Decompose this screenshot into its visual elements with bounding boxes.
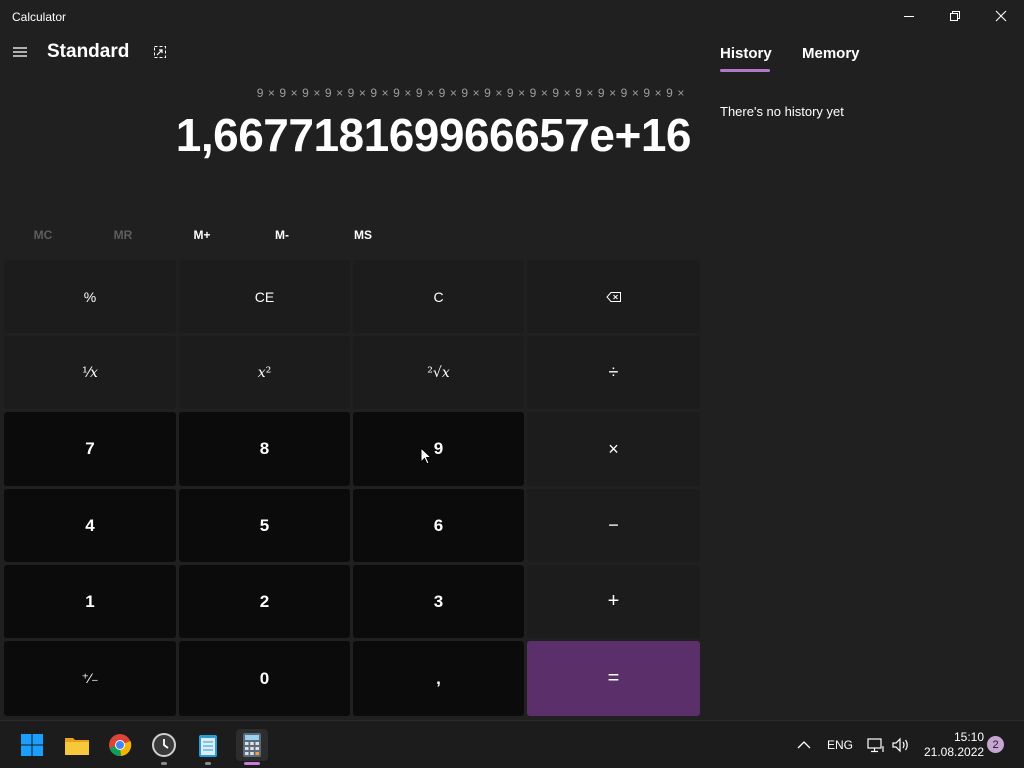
- digit-5-button[interactable]: 5: [179, 489, 350, 562]
- expression-display: 9 × 9 × 9 × 9 × 9 × 9 × 9 × 9 × 9 × 9 × …: [256, 86, 685, 100]
- keep-on-top-icon: [154, 46, 166, 58]
- speaker-icon: [892, 737, 908, 753]
- tab-history[interactable]: History: [720, 45, 772, 62]
- multiply-button[interactable]: ×: [527, 412, 700, 486]
- memory-clear-button[interactable]: MC: [3, 220, 83, 250]
- clock-date[interactable]: 21.08.2022: [924, 745, 984, 759]
- windows-start-icon: [21, 734, 43, 756]
- decimal-button[interactable]: ,: [353, 641, 524, 716]
- backspace-button[interactable]: [527, 260, 700, 333]
- keep-on-top-button[interactable]: [150, 42, 170, 62]
- memory-subtract-button[interactable]: M-: [242, 220, 322, 250]
- clear-entry-button[interactable]: CE: [179, 260, 350, 333]
- restore-button[interactable]: [932, 0, 978, 32]
- clock-time[interactable]: 15:10: [954, 730, 984, 744]
- digit-2-button[interactable]: 2: [179, 565, 350, 638]
- close-button[interactable]: [978, 0, 1024, 32]
- hamburger-icon: [13, 47, 27, 57]
- result-display: 1,667718169966657e+16: [175, 109, 692, 161]
- backspace-icon: [605, 291, 621, 302]
- subtract-button[interactable]: −: [527, 489, 700, 562]
- taskbar-chrome[interactable]: [104, 729, 136, 761]
- input-language-indicator[interactable]: ENG: [827, 738, 853, 752]
- digit-1-button[interactable]: 1: [4, 565, 176, 638]
- taskbar-file-explorer[interactable]: [61, 729, 93, 761]
- taskbar-clock-app[interactable]: [148, 729, 180, 765]
- clock-app-icon: [152, 733, 176, 757]
- digit-4-button[interactable]: 4: [4, 489, 176, 562]
- network-status-button[interactable]: [862, 729, 890, 761]
- file-explorer-icon: [65, 738, 89, 755]
- minimize-icon: [904, 16, 914, 17]
- close-icon: [995, 10, 1007, 22]
- calculator-mode-title: Standard: [47, 41, 130, 62]
- running-indicator: [205, 762, 211, 765]
- navigation-menu-button[interactable]: [8, 40, 32, 64]
- mouse-cursor-icon: [420, 447, 432, 465]
- divide-button[interactable]: ÷: [527, 336, 700, 409]
- start-button[interactable]: [16, 729, 48, 761]
- memory-controls: MC MR M+ M- MS: [3, 220, 403, 250]
- active-tab-indicator: [720, 69, 770, 72]
- reciprocal-button[interactable]: ¹⁄𝑥: [4, 336, 176, 409]
- network-icon: [867, 738, 884, 753]
- digit-0-button[interactable]: 0: [179, 641, 350, 716]
- keypad: % CE C ¹⁄𝑥 𝑥² ²√𝑥 ÷ 7 8 9 × 4 5 6 − 1 2 …: [4, 260, 700, 716]
- percent-button[interactable]: %: [4, 260, 176, 333]
- notification-count-badge[interactable]: 2: [987, 736, 1004, 753]
- square-root-button[interactable]: ²√𝑥: [353, 336, 524, 409]
- chrome-icon: [109, 734, 132, 757]
- add-button[interactable]: +: [527, 565, 700, 638]
- memory-store-button[interactable]: MS: [323, 220, 403, 250]
- taskbar: ENG 15:10 21.08.2022: [0, 720, 1024, 768]
- volume-button[interactable]: [888, 729, 914, 761]
- equals-button[interactable]: =: [527, 641, 700, 716]
- taskbar-calculator[interactable]: [236, 729, 268, 765]
- square-button[interactable]: 𝑥²: [179, 336, 350, 409]
- negate-button[interactable]: ⁺⁄₋: [4, 641, 176, 716]
- active-app-indicator: [244, 762, 260, 765]
- taskbar-notepad[interactable]: [192, 729, 224, 765]
- tab-memory[interactable]: Memory: [802, 45, 860, 62]
- calculator-icon: [243, 733, 261, 757]
- title-bar: Calculator: [0, 0, 1024, 32]
- digit-6-button[interactable]: 6: [353, 489, 524, 562]
- notepad-icon: [199, 735, 217, 757]
- digit-7-button[interactable]: 7: [4, 412, 176, 486]
- restore-icon: [950, 11, 960, 21]
- clear-button[interactable]: C: [353, 260, 524, 333]
- running-indicator: [161, 762, 167, 765]
- memory-recall-button[interactable]: MR: [83, 220, 163, 250]
- digit-9-button[interactable]: 9: [353, 412, 524, 486]
- digit-3-button[interactable]: 3: [353, 565, 524, 638]
- window-title: Calculator: [12, 10, 67, 24]
- history-empty-message: There's no history yet: [720, 104, 844, 119]
- digit-8-button[interactable]: 8: [179, 412, 350, 486]
- show-hidden-icons-button[interactable]: [788, 729, 820, 761]
- chevron-up-icon: [797, 741, 811, 749]
- memory-add-button[interactable]: M+: [162, 220, 242, 250]
- minimize-button[interactable]: [886, 0, 932, 32]
